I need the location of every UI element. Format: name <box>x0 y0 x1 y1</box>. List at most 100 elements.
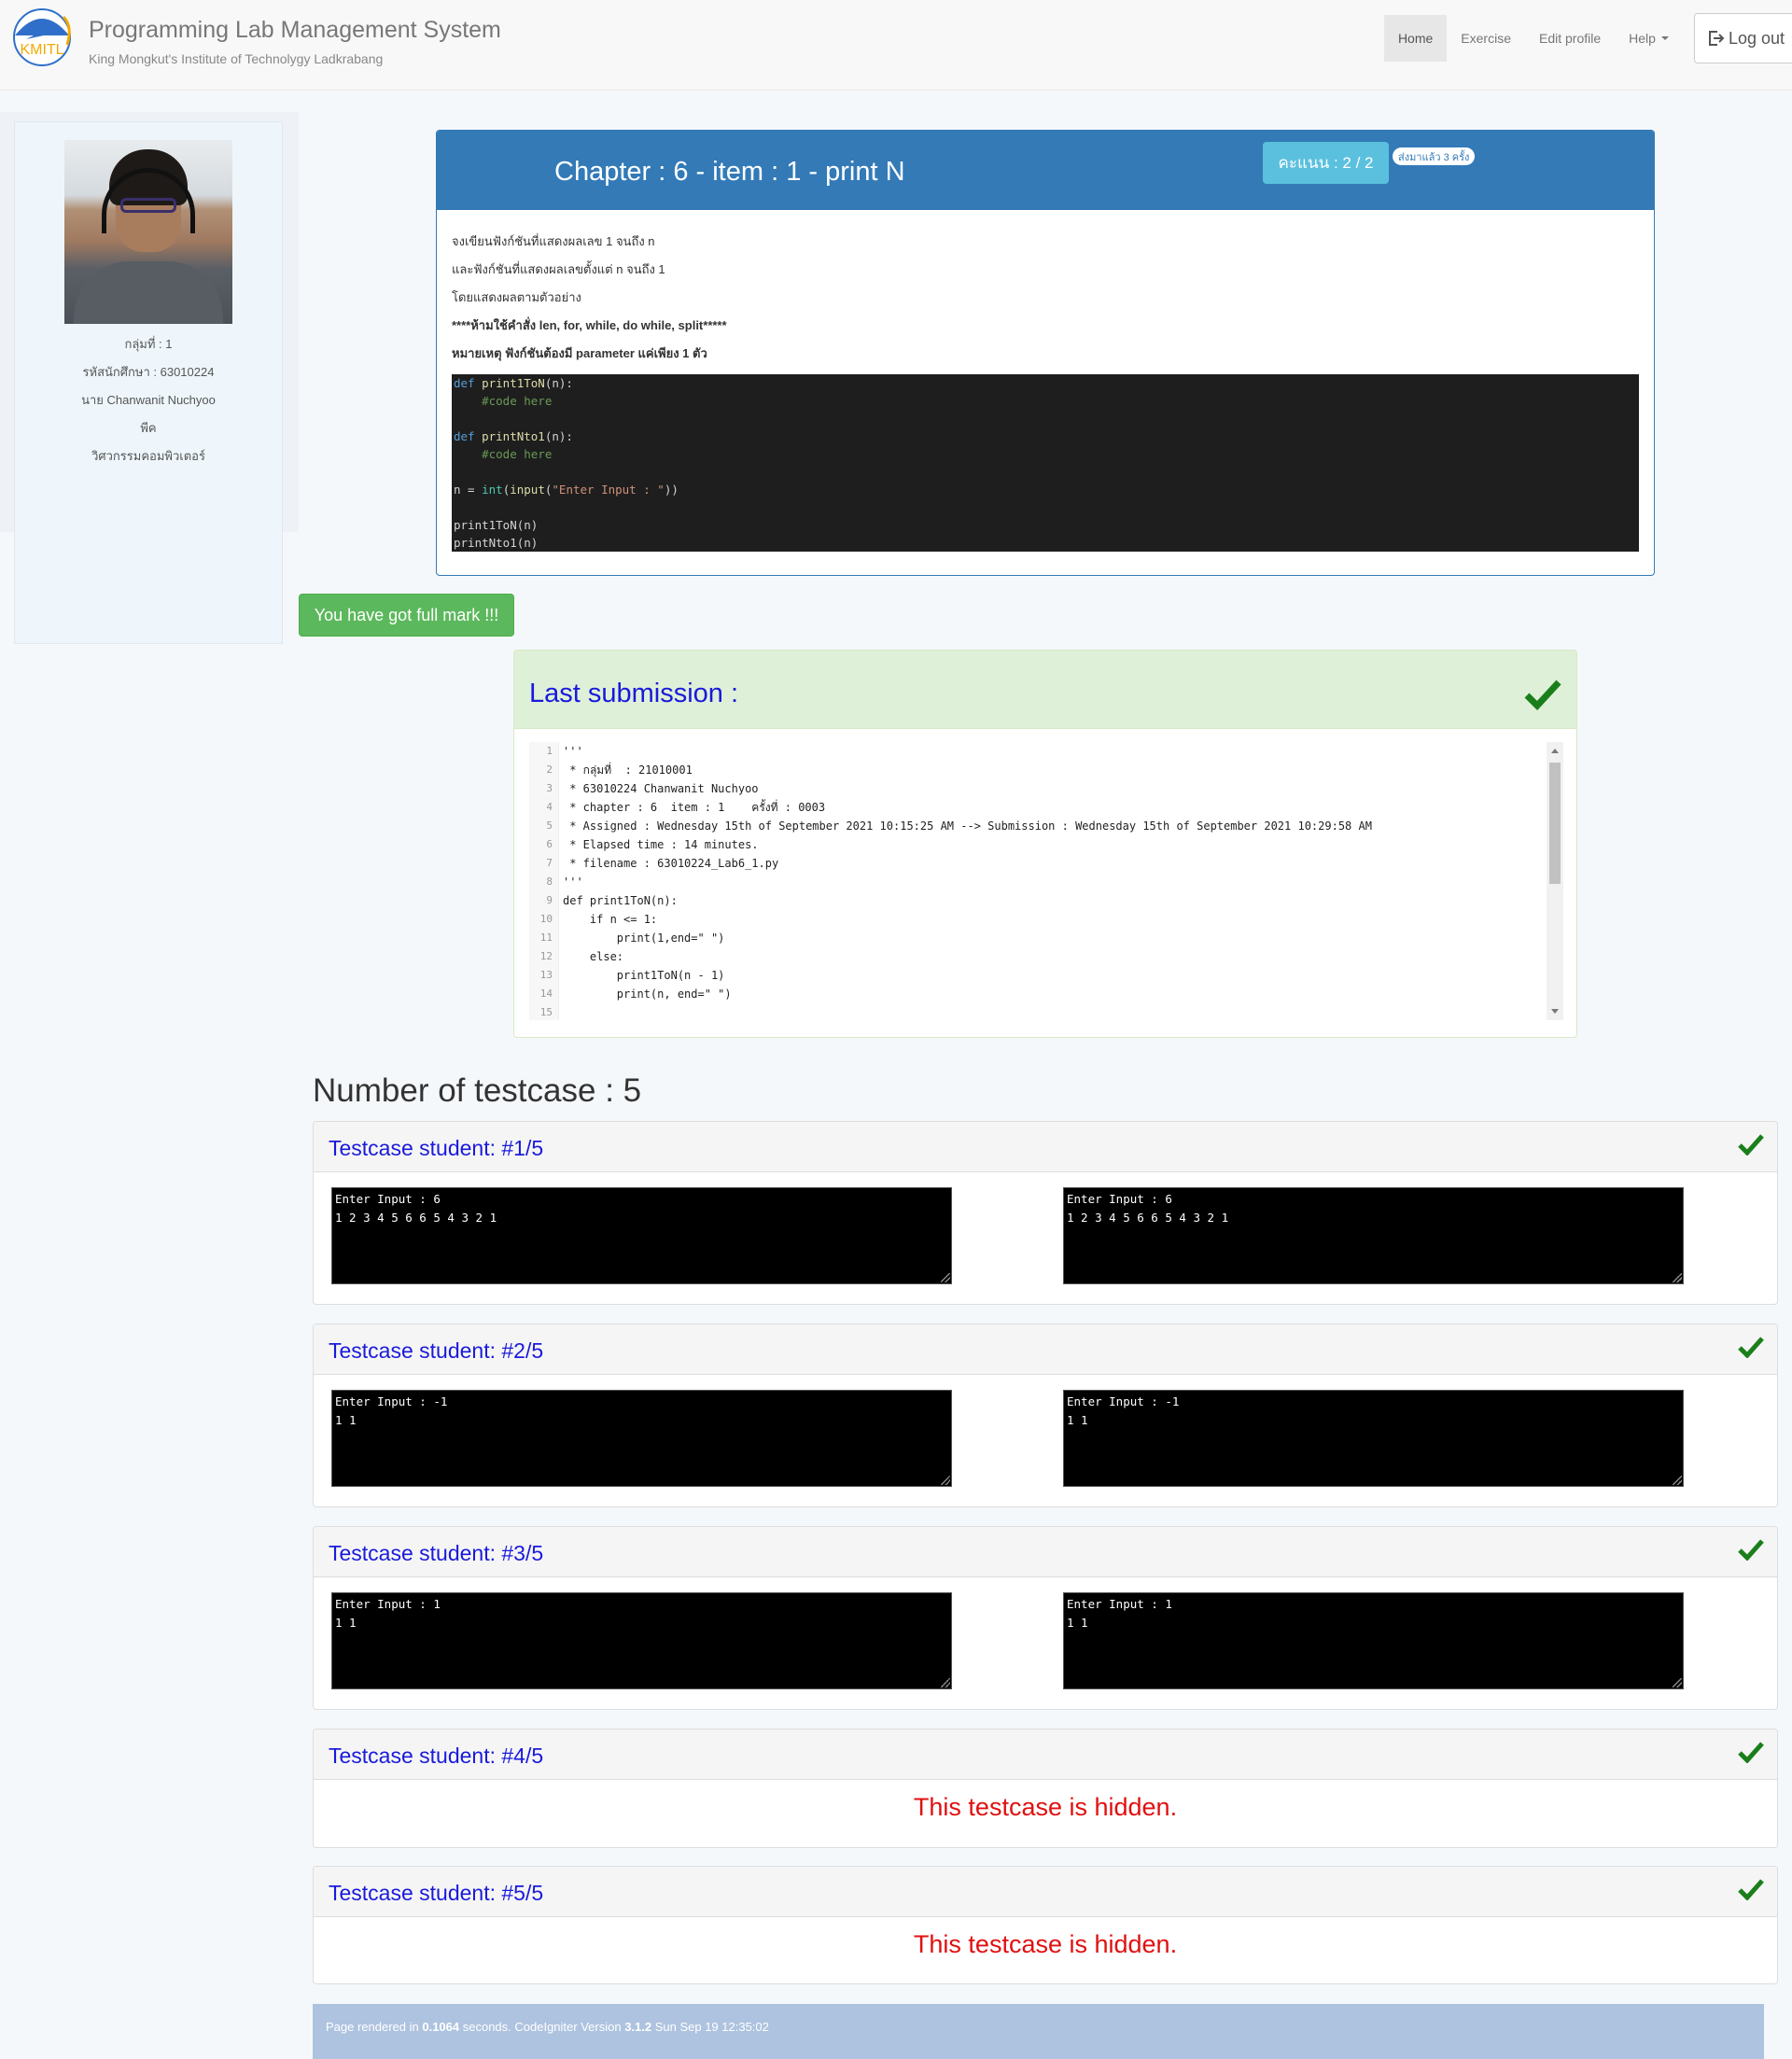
profile-faculty: วิศวกรรมคอมพิวเตอร์ <box>91 449 205 463</box>
logout-icon <box>1708 31 1725 46</box>
logout-label: Log out <box>1728 28 1785 48</box>
nav-exercise[interactable]: Exercise <box>1447 15 1525 62</box>
problem-line: และฟังก์ชันที่แสดงผลเลขตั้งแต่ n จนถึง 1 <box>452 262 665 276</box>
line-number: 10 <box>539 913 553 925</box>
problem-header: Chapter : 6 - item : 1 - print N คะแนน :… <box>437 131 1654 210</box>
testcase-title[interactable]: Testcase student: #3/5 <box>329 1541 543 1566</box>
last-submission-header: Last submission : <box>514 651 1576 729</box>
student-output-textarea[interactable]: Enter Input : 1 1 1 <box>1063 1592 1684 1689</box>
line-number: 6 <box>546 838 553 850</box>
logout-button[interactable]: Log out <box>1693 13 1792 63</box>
main-nav: Home Exercise Edit profile Help Log out <box>1383 13 1792 63</box>
top-navbar: KMITL Programming Lab Management System … <box>0 0 1792 91</box>
testcase-header: Testcase student: #5/5 <box>314 1867 1777 1917</box>
nav-edit-profile[interactable]: Edit profile <box>1525 15 1615 62</box>
expected-output-textarea[interactable]: Enter Input : 1 1 1 <box>331 1592 952 1689</box>
profile-group: กลุ่มที่ : 1 <box>124 337 173 351</box>
check-icon <box>1738 1337 1764 1358</box>
scroll-up-icon[interactable] <box>1551 749 1559 753</box>
resize-grip-icon[interactable] <box>941 1476 950 1485</box>
last-submission-title: Last submission : <box>529 679 739 708</box>
line-number: 14 <box>539 987 553 1000</box>
code-line: * 63010224 Chanwanit Nuchyoo <box>563 782 759 795</box>
line-number: 7 <box>546 857 553 869</box>
testcase-panel: Testcase student: #1/5 Enter Input : 6 1… <box>313 1121 1778 1305</box>
template-code-block: def print1ToN(n): #code here def printNt… <box>452 374 1639 552</box>
line-number: 5 <box>546 819 553 832</box>
brand-title[interactable]: Programming Lab Management System <box>89 17 501 44</box>
code-line: * Elapsed time : 14 minutes. <box>563 838 759 851</box>
resize-grip-icon[interactable] <box>941 1678 950 1688</box>
testcase-title[interactable]: Testcase student: #2/5 <box>329 1338 543 1364</box>
nav-help[interactable]: Help <box>1615 15 1683 62</box>
svg-text:KMITL: KMITL <box>20 42 63 58</box>
problem-title: Chapter : 6 - item : 1 - print N <box>554 157 905 187</box>
resize-grip-icon[interactable] <box>1673 1678 1682 1688</box>
editor-scrollbar[interactable] <box>1547 742 1563 1020</box>
student-output-textarea[interactable]: Enter Input : 6 1 2 3 4 5 6 6 5 4 3 2 1 <box>1063 1187 1684 1284</box>
resize-grip-icon[interactable] <box>1673 1476 1682 1485</box>
expected-output-textarea[interactable]: Enter Input : -1 1 1 <box>331 1390 952 1487</box>
problem-note: หมายเหตุ ฟังก์ชันต้องมี parameter แค่เพี… <box>452 346 707 360</box>
testcase-title[interactable]: Testcase student: #4/5 <box>329 1744 543 1769</box>
scrollbar-thumb[interactable] <box>1549 763 1561 884</box>
profile-name: นาย Chanwanit Nuchyoo <box>81 393 216 407</box>
nav-help-label: Help <box>1629 31 1656 46</box>
check-icon <box>1524 679 1561 710</box>
line-number: 1 <box>546 745 553 757</box>
kmitl-logo[interactable]: KMITL <box>7 7 77 69</box>
problem-restriction: ****ห้ามใช้คำสั่ง len, for, while, do wh… <box>452 318 727 332</box>
testcase-title[interactable]: Testcase student: #1/5 <box>329 1136 543 1161</box>
line-number: 2 <box>546 763 553 776</box>
line-number-gutter: 1 2 3 4 5 6 7 8 9 10 11 12 13 14 15 <box>529 742 559 1020</box>
check-icon <box>1738 1134 1764 1156</box>
hidden-testcase-message: This testcase is hidden. <box>913 1793 1178 1821</box>
line-number: 4 <box>546 801 553 813</box>
code-line: else: <box>563 950 624 963</box>
resize-grip-icon[interactable] <box>1673 1273 1682 1282</box>
full-mark-alert: You have got full mark !!! <box>299 594 514 637</box>
line-number: 15 <box>539 1006 553 1018</box>
line-number: 3 <box>546 782 553 794</box>
testcase-title[interactable]: Testcase student: #5/5 <box>329 1881 543 1906</box>
testcase-panel: Testcase student: #2/5 Enter Input : -1 … <box>313 1324 1778 1507</box>
brand-subtitle: King Mongkut's Institute of Technolygy L… <box>89 51 384 66</box>
check-icon <box>1738 1879 1764 1900</box>
nav-home[interactable]: Home <box>1383 15 1448 62</box>
line-number: 9 <box>546 894 553 906</box>
code-line: ''' <box>563 875 583 889</box>
check-icon <box>1738 1539 1764 1561</box>
score-badge: คะแนน : 2 / 2 <box>1263 142 1389 184</box>
last-submission-panel: Last submission : 1 2 3 4 5 6 7 8 9 10 11 12 13 14 15 … <box>513 650 1577 1038</box>
resize-grip-icon[interactable] <box>941 1273 950 1282</box>
code-line: * Assigned : Wednesday 15th of September… <box>563 819 1372 833</box>
expected-output-textarea[interactable]: Enter Input : 6 1 2 3 4 5 6 6 5 4 3 2 1 <box>331 1187 952 1284</box>
code-line: * filename : 63010224_Lab6_1.py <box>563 857 779 870</box>
line-number: 12 <box>539 950 553 962</box>
code-line: print(1,end=" ") <box>563 931 725 945</box>
profile-avatar <box>64 140 232 324</box>
footer-text: Page rendered in 0.1064 seconds. CodeIgn… <box>326 2020 769 2034</box>
testcase-header: Testcase student: #3/5 <box>314 1527 1777 1577</box>
profile-nickname: พีค <box>140 421 157 435</box>
code-line: * กลุ่มที่ : 21010001 <box>563 763 693 777</box>
problem-description: จงเขียนฟังก์ชันที่แสดงผลเลข 1 จนถึง n แล… <box>452 231 1637 371</box>
scroll-down-icon[interactable] <box>1551 1009 1559 1014</box>
page-footer: Page rendered in 0.1064 seconds. CodeIgn… <box>313 2004 1764 2059</box>
submission-code-editor[interactable]: 1 2 3 4 5 6 7 8 9 10 11 12 13 14 15 ''' * กลุ่มที่ : 2… <box>529 742 1563 1020</box>
code-line: * chapter : 6 item : 1 ครั้งที่ : 0003 <box>563 801 826 814</box>
testcase-panel: Testcase student: #4/5 This testcase is … <box>313 1729 1778 1848</box>
testcase-panel: Testcase student: #3/5 Enter Input : 1 1… <box>313 1526 1778 1710</box>
submission-source: ''' * กลุ่มที่ : 21010001 * 63010224 Cha… <box>563 742 1533 1020</box>
student-output-textarea[interactable]: Enter Input : -1 1 1 <box>1063 1390 1684 1487</box>
caret-down-icon <box>1660 36 1669 40</box>
line-number: 8 <box>546 875 553 888</box>
code-line: def print1ToN(n): <box>563 894 678 907</box>
problem-line: จงเขียนฟังก์ชันที่แสดงผลเลข 1 จนถึง n <box>452 234 655 248</box>
code-line: if n <= 1: <box>563 913 658 926</box>
line-number: 13 <box>539 969 553 981</box>
code-line: print1ToN(n - 1) <box>563 969 725 982</box>
testcase-header: Testcase student: #4/5 <box>314 1730 1777 1780</box>
testcase-count-heading: Number of testcase : 5 <box>313 1072 642 1109</box>
